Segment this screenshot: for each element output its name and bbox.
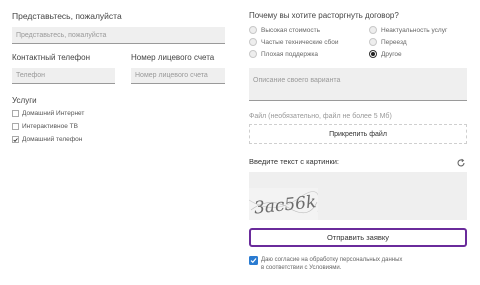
other-reason-textarea[interactable]: Описание своего варианта [249,68,467,100]
name-input[interactable]: Представьтесь, пожалуйста [12,27,225,43]
radio-button[interactable] [249,26,257,34]
phone-placeholder: Телефон [16,72,46,79]
other-reason-placeholder: Описание своего варианта [253,77,341,84]
reason-option-irrelevant[interactable]: Неактуальность услуг [369,26,447,34]
name-placeholder: Представьтесь, пожалуйста [16,31,107,39]
captcha-image: 3ac56k [249,188,318,220]
file-label: Файл (необязательно, файл не более 5 Мб) [249,113,392,120]
phone-input[interactable]: Телефон [12,68,115,83]
radio-label: Неактуальность услуг [381,26,448,34]
radio-button[interactable] [249,50,257,58]
radio-button[interactable] [369,38,377,46]
attach-file-button[interactable]: Прикрепить файл [249,124,467,144]
submit-request-button[interactable]: Отправить заявку [249,228,467,247]
reason-option-price[interactable]: Высокая стоимость [249,26,320,34]
phone-input-underline [12,83,115,84]
reason-label: Почему вы хотите расторгнуть договор? [249,11,399,20]
radio-label: Плохая поддержка [261,50,318,58]
consent-text: Даю согласие на обработку персональных д… [261,256,402,272]
phone-label: Контактный телефон [12,53,90,62]
consent-line-1: Даю согласие на обработку персональных д… [261,257,403,263]
account-input-underline [131,83,225,84]
account-input[interactable]: Номер лицевого счета [131,68,225,83]
reason-option-other[interactable]: Другое [369,50,402,58]
other-reason-underline [249,100,467,101]
captcha-text: 3ac56k [253,192,317,218]
account-label: Номер лицевого счета [131,53,215,62]
radio-button[interactable] [369,26,377,34]
attach-file-label: Прикрепить файл [329,130,387,138]
reason-option-support[interactable]: Плохая поддержка [249,50,318,58]
reason-option-moving[interactable]: Переезд [369,38,407,46]
checkbox[interactable] [12,123,19,130]
service-option-tv[interactable]: Интерактивное ТВ [12,123,84,130]
radio-button[interactable] [369,50,377,58]
radio-button[interactable] [249,38,257,46]
consent-line-2: в соответствии с Условиями. [261,265,342,271]
service-label: Интерактивное ТВ [22,123,78,130]
name-label: Представьтесь, пожалуйста [12,11,122,21]
service-label: Домашний Интернет [22,110,85,117]
checkbox[interactable] [12,110,19,117]
checkbox[interactable] [12,136,19,143]
service-option-phone[interactable]: Домашний телефон [12,136,84,143]
consent-checkbox[interactable] [249,256,258,265]
refresh-icon[interactable] [456,155,466,167]
radio-label: Высокая стоимость [261,26,320,34]
account-placeholder: Номер лицевого счета [135,72,208,79]
services-list: Домашний Интернет Интерактивное ТВ Домаш… [12,110,84,143]
services-label: Услуги [12,96,37,105]
captcha-input[interactable] [249,172,467,188]
reason-option-failures[interactable]: Частые технические сбои [249,38,338,46]
name-input-underline [12,43,225,44]
submit-request-label: Отправить заявку [326,233,390,242]
captcha-label: Введите текст с картинки: [249,157,340,166]
radio-label: Частые технические сбои [261,38,339,46]
service-option-internet[interactable]: Домашний Интернет [12,110,84,117]
service-label: Домашний телефон [22,136,83,143]
radio-label: Другое [381,50,402,58]
radio-label: Переезд [381,38,407,46]
captcha-image-area [318,188,467,220]
